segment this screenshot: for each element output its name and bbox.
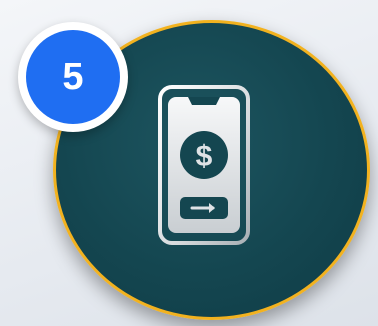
step-number-badge: 5: [18, 22, 128, 132]
svg-text:$: $: [196, 140, 213, 173]
mobile-payment-icon: $: [158, 85, 250, 245]
step-number: 5: [26, 30, 120, 124]
dollar-icon: $: [180, 131, 228, 179]
arrow-right-icon: [180, 197, 228, 219]
step-card: $ 5: [0, 0, 378, 326]
